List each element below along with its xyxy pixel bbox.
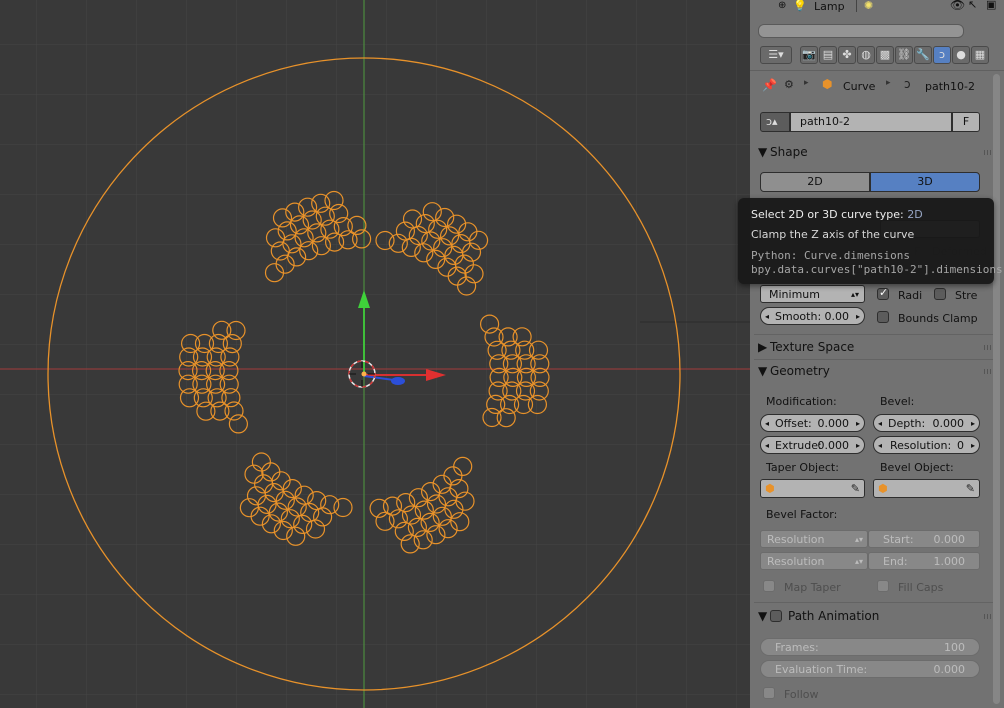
pin-icon[interactable]: 📌 xyxy=(762,78,777,92)
outliner: ⊕ 💡 Lamp ✺ 👁 ↖ ▣ xyxy=(750,0,1004,43)
offset-field[interactable]: ◂ Offset: 0.000 ▸ xyxy=(760,414,865,432)
render-layers-tab-icon[interactable]: ▤ xyxy=(819,46,837,64)
radius-checkbox[interactable] xyxy=(877,286,889,300)
breadcrumb: 📌 ⚙ ▸ ⬢ Curve ▸ ↄ path10-2 xyxy=(750,74,1004,98)
properties-scrollbar[interactable] xyxy=(993,74,1000,704)
radius-label: Radi xyxy=(898,289,923,302)
path-frames-field[interactable]: Frames: 100 xyxy=(760,638,980,656)
material-tab-icon[interactable]: ● xyxy=(952,46,970,64)
scene-breadcrumb-icon: ⚙ xyxy=(784,78,794,91)
texture-tab-icon[interactable]: ▦ xyxy=(971,46,989,64)
properties-context-tabs: ☰▾ 📷 ▤ ✤ ◍ ▩ ⛓ 🔧 ↄ ● ▦ xyxy=(750,42,1004,71)
dropdown-arrows-icon: ▴▾ xyxy=(854,557,863,566)
eyedropper-icon[interactable]: ✎ xyxy=(966,480,975,497)
mode-3d-button[interactable]: 3D xyxy=(870,172,980,192)
expand-triangle-icon: ▶ xyxy=(758,340,768,354)
scene-tab-icon[interactable]: ✤ xyxy=(838,46,856,64)
breadcrumb-object: Curve xyxy=(843,80,876,93)
follow-label: Follow xyxy=(784,688,819,701)
breadcrumb-data: path10-2 xyxy=(925,80,975,93)
geometry-panel-header[interactable]: ▼ Geometry xyxy=(758,360,998,382)
curve-data-icon: ↄ xyxy=(904,77,911,91)
render-camera-icon[interactable]: ▣ xyxy=(986,0,996,11)
bounds-clamp-checkbox[interactable] xyxy=(877,311,889,323)
fill-caps-label: Fill Caps xyxy=(898,581,944,594)
world-tab-icon[interactable]: ◍ xyxy=(857,46,875,64)
collapse-triangle-icon: ▼ xyxy=(758,145,768,159)
taper-object-label: Taper Object: xyxy=(766,461,839,474)
lamp-icon: 💡 xyxy=(793,0,807,12)
viewport-grid xyxy=(0,0,750,708)
breadcrumb-arrow-icon: ▸ xyxy=(886,78,891,88)
outliner-scrollbar[interactable] xyxy=(758,24,964,38)
browse-curve-button[interactable]: ↄ▴ xyxy=(760,112,790,132)
expand-icon[interactable]: ⊕ xyxy=(778,0,786,11)
map-taper-checkbox[interactable] xyxy=(763,580,775,592)
bevel-object-field[interactable]: ⬢ ✎ xyxy=(873,479,980,498)
tooltip-description: Clamp the Z axis of the curve xyxy=(751,228,915,241)
dropdown-arrows-icon: ▴▾ xyxy=(850,290,859,299)
properties-editor: ⊕ 💡 Lamp ✺ 👁 ↖ ▣ ☰▾ 📷 ▤ ✤ ◍ ▩ ⛓ 🔧 ↄ ● ▦ … xyxy=(750,0,1004,708)
eyedropper-icon[interactable]: ✎ xyxy=(851,480,860,497)
bevel-resolution-field[interactable]: ◂ Resolution: 0 ▸ xyxy=(873,436,980,454)
lamp-data-icon[interactable]: ✺ xyxy=(864,0,873,12)
tooltip: Select 2D or 3D curve type: 2D Clamp the… xyxy=(738,198,1003,284)
render-tab-icon[interactable]: 📷 xyxy=(800,46,818,64)
dropdown-arrows-icon: ▴▾ xyxy=(854,535,863,544)
curve-dimensions-toggle: 2D 3D xyxy=(760,172,980,192)
shape-panel-header[interactable]: ▼ Shape xyxy=(758,141,998,163)
object-tab-icon[interactable]: ▩ xyxy=(876,46,894,64)
bevel-factor-label: Bevel Factor: xyxy=(766,508,838,521)
3d-viewport[interactable] xyxy=(0,0,750,708)
texture-space-panel-header[interactable]: ▶ Texture Space xyxy=(758,336,998,358)
tooltip-python-path: Python: Curve.dimensions xyxy=(751,249,910,262)
datablock-selector: ↄ▴ path10-2 F xyxy=(760,112,980,132)
selectable-cursor-icon[interactable]: ↖ xyxy=(968,0,977,11)
bevel-object-label: Bevel Object: xyxy=(880,461,954,474)
stretch-checkbox[interactable] xyxy=(934,288,946,300)
evaluation-time-field[interactable]: Evaluation Time: 0.000 xyxy=(760,660,980,678)
visibility-eye-icon[interactable]: 👁 xyxy=(950,0,965,12)
bevel-factor-mapping-end-select[interactable]: Resolution ▴▾ xyxy=(760,552,868,570)
tooltip-title: Select 2D or 3D curve type: 2D xyxy=(751,208,923,221)
object-origin xyxy=(361,371,367,377)
bevel-factor-mapping-start-select[interactable]: Resolution ▴▾ xyxy=(760,530,868,548)
mode-2d-button[interactable]: 2D xyxy=(760,172,870,192)
datablock-name-field[interactable]: path10-2 xyxy=(790,112,952,132)
object-cube-icon: ⬢ xyxy=(822,77,833,91)
bevel-factor-end-field[interactable]: End: 1.000 xyxy=(868,552,980,570)
constraints-tab-icon[interactable]: ⛓ xyxy=(895,46,913,64)
modifiers-tab-icon[interactable]: 🔧 xyxy=(914,46,932,64)
bevel-label: Bevel: xyxy=(880,395,915,408)
curve-data-tab-icon[interactable]: ↄ xyxy=(933,46,951,64)
fake-user-button[interactable]: F xyxy=(952,112,980,132)
object-cube-icon: ⬢ xyxy=(765,482,775,495)
path-animation-checkbox[interactable] xyxy=(770,610,782,622)
taper-object-field[interactable]: ⬢ ✎ xyxy=(760,479,865,498)
breadcrumb-arrow-icon: ▸ xyxy=(804,78,809,88)
collapse-triangle-icon: ▼ xyxy=(758,609,768,623)
bounds-clamp-label: Bounds Clamp xyxy=(898,312,978,325)
follow-checkbox[interactable] xyxy=(763,687,775,699)
tooltip-python-data-path: bpy.data.curves["path10-2"].dimensions xyxy=(751,263,1003,276)
twist-method-select[interactable]: Minimum ▴▾ xyxy=(760,285,865,303)
outliner-lamp-label[interactable]: Lamp xyxy=(814,0,845,13)
modification-label: Modification: xyxy=(766,395,837,408)
stretch-label: Stre xyxy=(955,289,978,302)
viewport-canvas xyxy=(0,0,750,708)
extrude-field[interactable]: ◂ Extrude: 0.000 ▸ xyxy=(760,436,865,454)
editor-type-menu[interactable]: ☰▾ xyxy=(760,46,792,64)
path-animation-panel-header[interactable]: ▼ Path Animation xyxy=(758,605,998,627)
object-cube-icon: ⬢ xyxy=(878,482,888,495)
smooth-field[interactable]: ◂ Smooth: 0.00 ▸ xyxy=(760,307,865,325)
fill-caps-checkbox[interactable] xyxy=(877,580,889,592)
bevel-depth-field[interactable]: ◂ Depth: 0.000 ▸ xyxy=(873,414,980,432)
z-arrow-handle[interactable] xyxy=(391,377,405,385)
map-taper-label: Map Taper xyxy=(784,581,841,594)
collapse-triangle-icon: ▼ xyxy=(758,364,768,378)
bevel-factor-start-field[interactable]: Start: 0.000 xyxy=(868,530,980,548)
